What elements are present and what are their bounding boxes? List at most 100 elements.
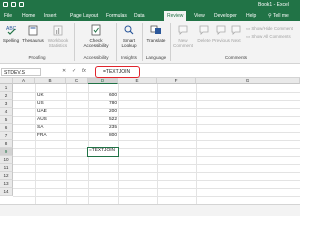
tab-insert[interactable]: Insert [44,13,57,19]
column-header-d[interactable]: D [88,78,118,84]
column-header-g[interactable]: G [196,78,300,84]
translate-icon [150,25,161,34]
save-icon[interactable] [3,2,8,7]
gridline [13,148,300,149]
next-comment-label: Next [231,38,241,43]
thesaurus-button[interactable]: Thesaurus [22,24,44,43]
show-hide-comment-label: Show/Hide Comment [251,26,293,31]
ribbon-tabs: File Home Insert Page Layout Formulas Da… [0,10,300,21]
gridline [157,84,158,204]
cancel-icon[interactable]: ✕ [62,68,66,74]
delete-comment-button[interactable]: Delete [196,24,212,43]
row-header[interactable]: 4 [0,108,13,116]
row-header[interactable]: 13 [0,180,13,188]
tell-me-label: Tell me [272,13,289,19]
row-header[interactable]: 3 [0,100,13,108]
workbook-statistics-button[interactable]: Workbook Statistics [46,24,70,48]
spelling-label: Spelling [2,38,20,43]
cell-b2[interactable]: UK [37,92,44,100]
delete-comment-label: Delete [197,38,211,43]
gridline [13,188,300,189]
smart-lookup-button[interactable]: Smart Lookup [118,24,140,48]
window-title: Book1 - Excel [258,2,289,8]
tell-me-search[interactable]: ⚲ Tell me [268,13,289,19]
workbook-statistics-label: Workbook Statistics [47,38,69,48]
check-accessibility-button[interactable]: Check Accessibility [80,24,112,48]
tab-developer[interactable]: Developer [214,13,237,19]
active-cell-d9[interactable]: =TEXTJOIN [87,147,119,157]
group-insights: Insights [121,55,137,60]
gridline [13,164,300,165]
column-header-f[interactable]: F [157,78,196,84]
accessibility-icon [91,24,101,36]
row-header[interactable]: 1 [0,84,13,92]
gridline [13,156,300,157]
translate-label: Translate [146,38,166,43]
gridline [35,84,36,204]
tab-formulas[interactable]: Formulas [106,13,127,19]
row-header[interactable]: 2 [0,92,13,100]
row-header[interactable]: 10 [0,156,13,164]
svg-text:ABC: ABC [6,26,17,32]
column-header-b[interactable]: B [35,78,66,84]
enter-icon[interactable]: ✓ [72,68,76,74]
column-header-e[interactable]: E [118,78,157,84]
gridline [13,108,300,109]
insert-function-icon[interactable]: fx [82,68,86,74]
tab-review[interactable]: Review [164,11,187,21]
redo-icon[interactable] [19,2,24,7]
row-header[interactable]: 6 [0,124,13,132]
formula-bar: STDEV.S ✕ ✓ fx =TEXTJOIN [0,66,300,78]
column-header-c[interactable]: C [66,78,88,84]
row-header[interactable]: 8 [0,140,13,148]
check-accessibility-label: Check Accessibility [83,38,109,48]
previous-comment-button[interactable]: Previous [212,24,230,43]
cell-d5[interactable]: 522 [88,116,117,124]
cell-b6[interactable]: SA [37,124,43,132]
undo-icon[interactable] [11,2,16,7]
smart-lookup-icon [124,25,134,35]
cell-b4[interactable]: UAE [37,108,47,116]
cell-b7[interactable]: FRA [37,132,47,140]
tab-data[interactable]: Data [134,13,145,19]
tab-home[interactable]: Home [22,13,35,19]
next-comment-button[interactable]: Next [230,24,242,43]
ribbon-divider [74,23,75,61]
formula-highlight-annotation [95,66,140,78]
tab-page-layout[interactable]: Page Layout [70,13,98,19]
cell-d3[interactable]: 780 [88,100,117,108]
row-header[interactable]: 14 [0,188,13,196]
name-box[interactable]: STDEV.S [1,68,41,76]
cell-b5[interactable]: AUS [37,116,47,124]
cell-b3[interactable]: US [37,100,44,108]
column-header-a[interactable]: A [13,78,35,84]
gridline [118,84,119,204]
spelling-button[interactable]: ABC Spelling [2,24,20,43]
show-hide-comment-button[interactable]: ▭ Show/Hide Comment [246,26,293,32]
ribbon-review: ABC Spelling Thesaurus Workbook Statisti… [0,21,300,64]
delete-comment-icon [199,25,209,35]
row-header[interactable]: 7 [0,132,13,140]
cell-d2[interactable]: 600 [88,92,117,100]
tab-file[interactable]: File [4,13,12,19]
show-all-comments-label: Show All Comments [251,34,291,39]
gridline [13,196,300,197]
cell-d6[interactable]: 235 [88,124,117,132]
new-comment-button[interactable]: New Comment [172,24,194,48]
gridline [13,140,300,141]
worksheet-grid[interactable]: A B C D E F G 1 2 3 4 5 6 7 8 9 10 11 12… [0,78,300,204]
thesaurus-icon [28,25,38,36]
thesaurus-label: Thesaurus [22,38,44,43]
tab-view[interactable]: View [194,13,205,19]
row-header[interactable]: 12 [0,172,13,180]
cell-d4[interactable]: 200 [88,108,117,116]
translate-button[interactable]: Translate [144,24,168,43]
row-header[interactable]: 9 [0,148,13,156]
row-header[interactable]: 11 [0,164,13,172]
group-language: Language [145,55,167,60]
tab-help[interactable]: Help [246,13,256,19]
gridline [66,84,67,204]
show-all-comments-button[interactable]: ▭ Show All Comments [246,34,291,40]
cell-d7[interactable]: 800 [88,132,117,140]
row-header[interactable]: 5 [0,116,13,124]
